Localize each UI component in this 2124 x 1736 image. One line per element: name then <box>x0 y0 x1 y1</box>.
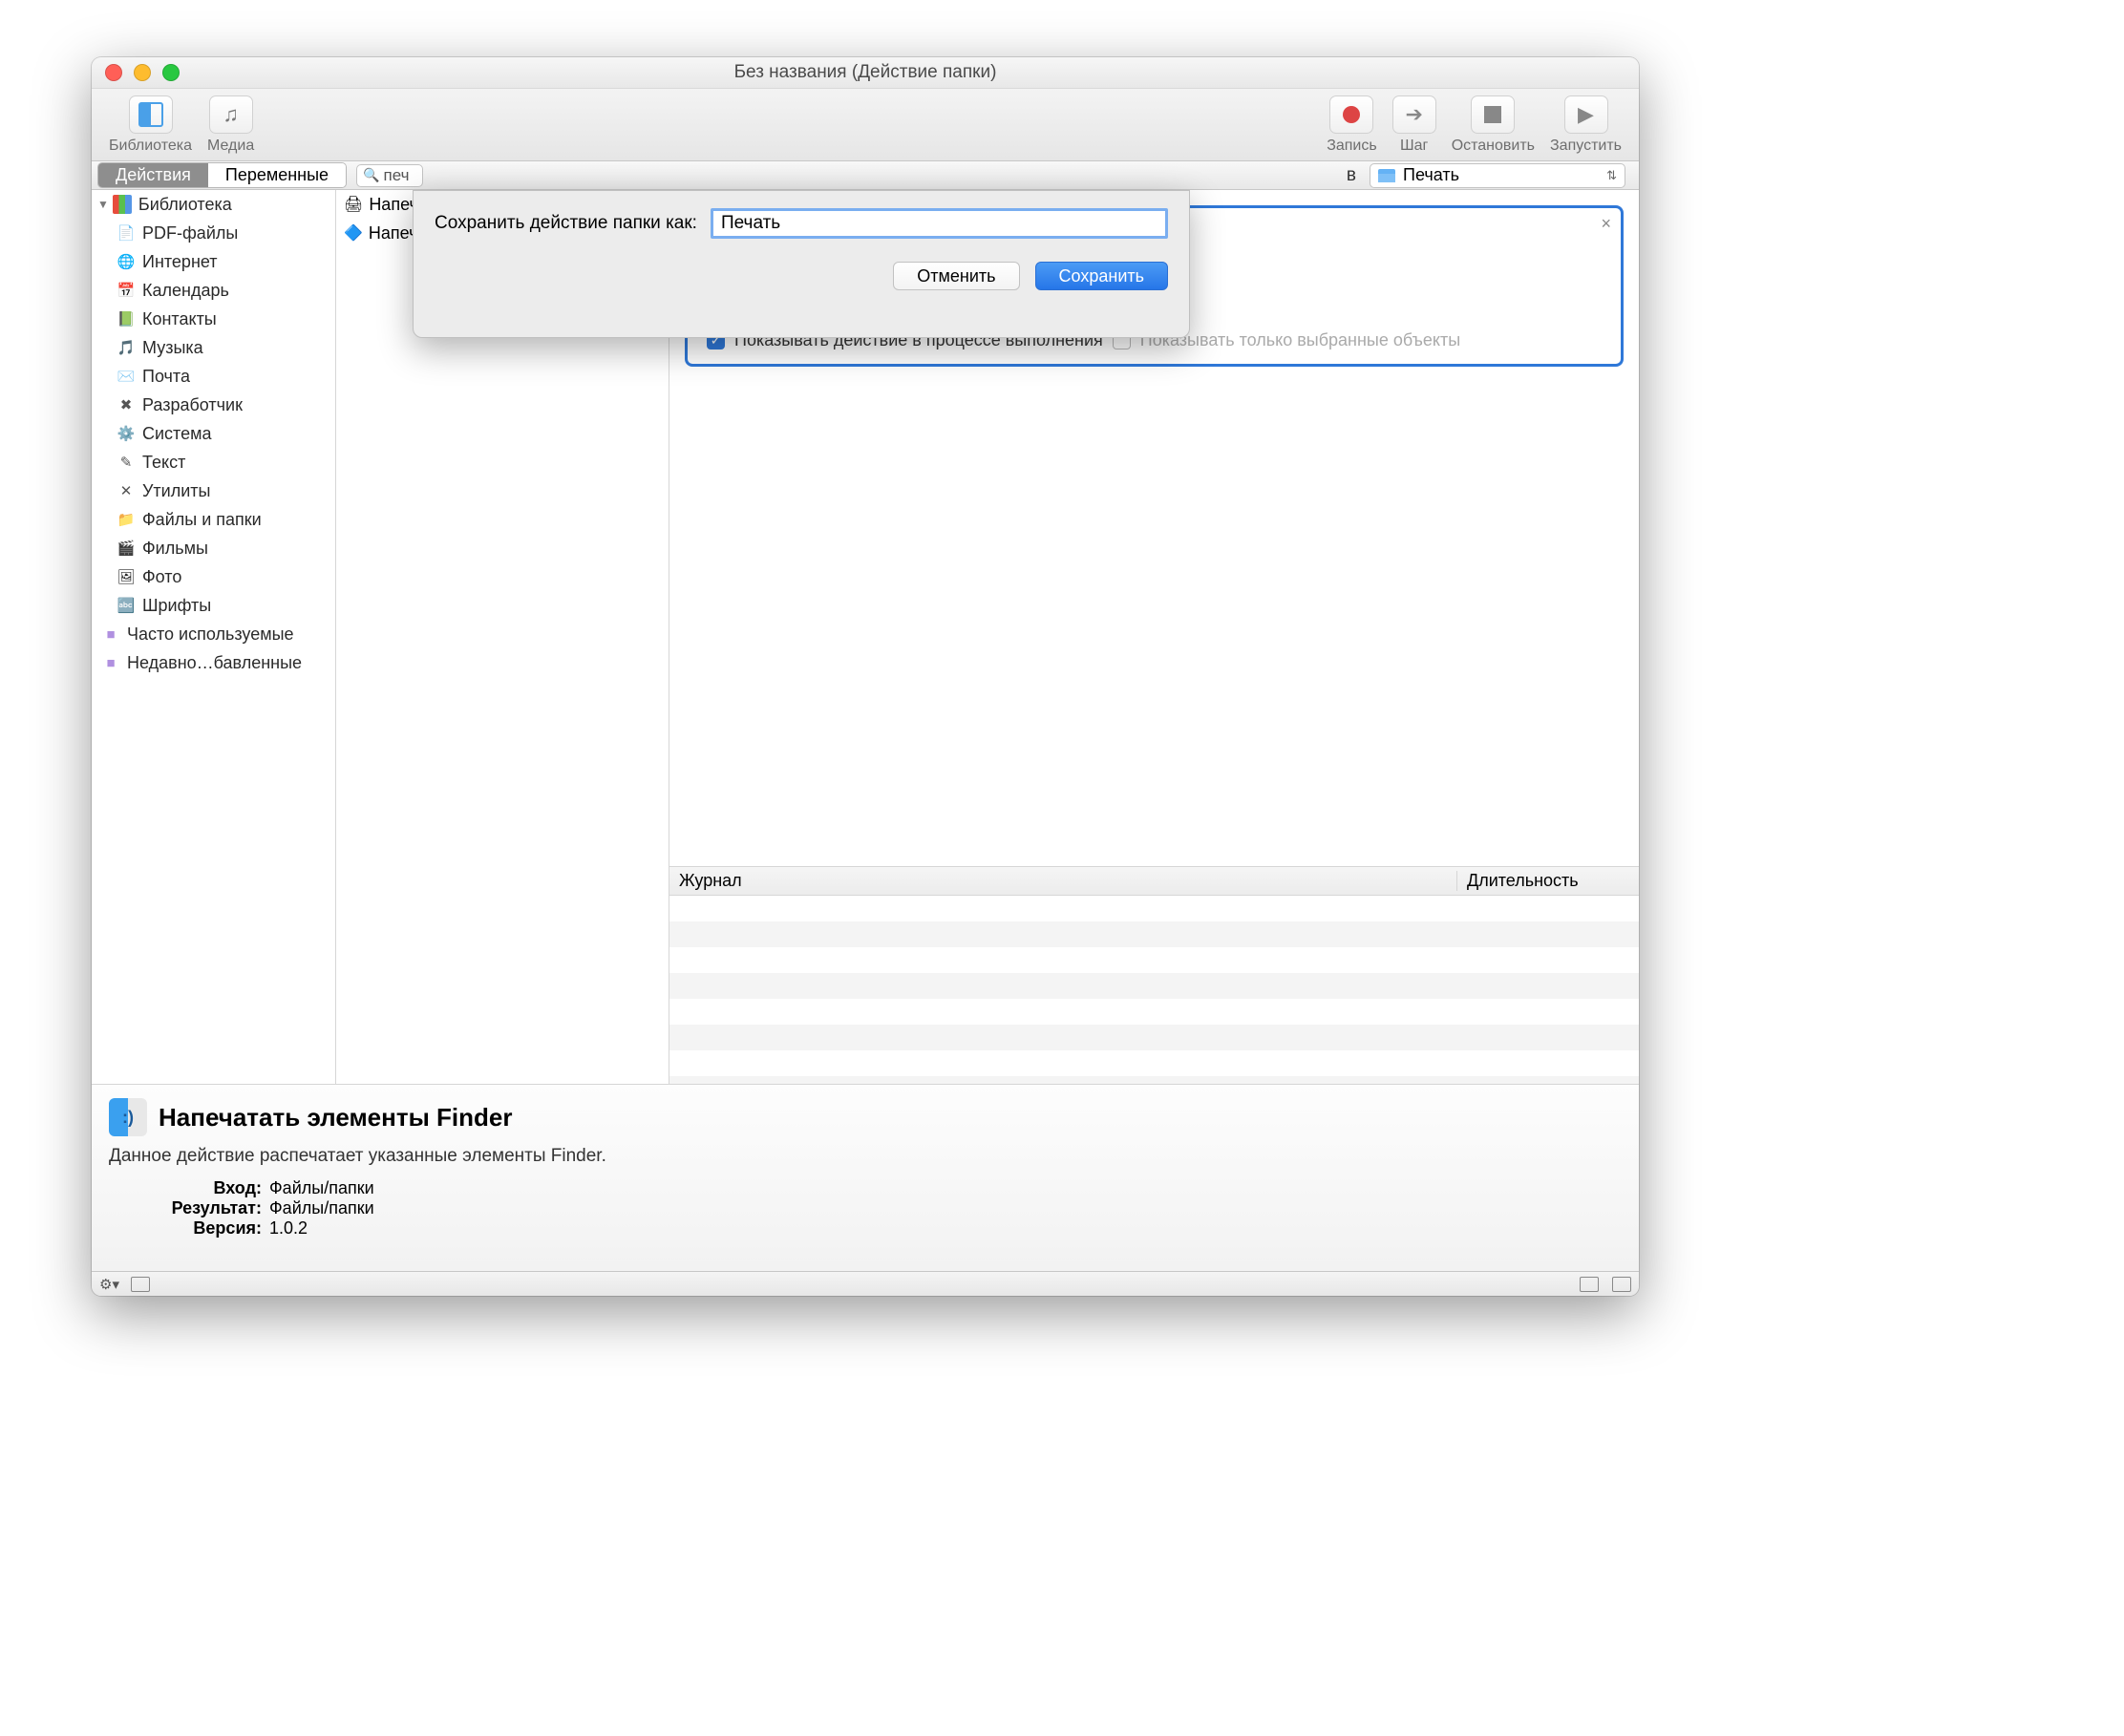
library-tabs: Действия Переменные <box>97 162 347 188</box>
library-sidebar: ▼Библиотека PDF-файлы Интернет Календарь… <box>92 190 336 1084</box>
log-rows <box>669 896 1639 1084</box>
window-title: Без названия (Действие папки) <box>92 62 1639 83</box>
folder-action-label: в <box>1347 165 1356 186</box>
flow-view-icon[interactable] <box>1612 1277 1631 1292</box>
sidebar-item-internet[interactable]: Интернет <box>92 247 335 276</box>
sidebar-item-fonts[interactable]: Шрифты <box>92 591 335 620</box>
calendar-icon <box>117 281 136 300</box>
library-icon <box>113 195 132 214</box>
sidebar-smart-frequent[interactable]: Часто используемые <box>92 620 335 648</box>
tab-actions[interactable]: Действия <box>98 163 208 187</box>
smart-folder-icon <box>101 653 120 672</box>
photo-icon <box>117 567 136 586</box>
stop-icon <box>1471 95 1515 134</box>
save-label: Сохранить действие папки как: <box>435 213 697 234</box>
automator-window: Без названия (Действие папки) Библиотека… <box>92 57 1639 1296</box>
log-panel: Журнал Длительность <box>669 866 1639 1084</box>
step-icon <box>1392 95 1436 134</box>
font-icon <box>117 596 136 615</box>
film-icon <box>117 539 136 558</box>
step-button[interactable]: Шаг <box>1392 95 1436 155</box>
contacts-icon <box>117 309 136 328</box>
folder-icon <box>117 510 136 529</box>
info-title: Напечатать элементы Finder <box>159 1103 512 1133</box>
close-icon[interactable]: × <box>1601 214 1611 234</box>
tools-icon <box>117 481 136 500</box>
disclosure-icon[interactable]: ▼ <box>97 198 109 211</box>
tab-variables[interactable]: Переменные <box>208 163 346 187</box>
sidebar-item-text[interactable]: Текст <box>92 448 335 476</box>
log-col-duration[interactable]: Длительность <box>1457 871 1639 891</box>
sidebar-item-photos[interactable]: Фото <box>92 562 335 591</box>
sidebar-item-utilities[interactable]: Утилиты <box>92 476 335 505</box>
sidebar-item-movies[interactable]: Фильмы <box>92 534 335 562</box>
list-view-icon[interactable] <box>1580 1277 1599 1292</box>
secondary-bar: Действия Переменные печ в Печать <box>92 161 1639 190</box>
sidebar-root[interactable]: ▼Библиотека <box>92 190 335 219</box>
text-icon <box>117 453 136 472</box>
run-button[interactable]: Запустить <box>1550 95 1622 155</box>
finder-icon <box>109 1098 147 1136</box>
save-sheet: Сохранить действие папки как: Отменить С… <box>413 190 1190 338</box>
save-name-input[interactable] <box>711 208 1168 239</box>
library-icon <box>129 95 173 134</box>
search-input[interactable]: печ <box>356 164 423 187</box>
sidebar-item-files[interactable]: Файлы и папки <box>92 505 335 534</box>
sidebar-item-contacts[interactable]: Контакты <box>92 305 335 333</box>
sidebar-smart-recent[interactable]: Недавно…бавленные <box>92 648 335 677</box>
titlebar: Без названия (Действие папки) <box>92 57 1639 89</box>
media-icon <box>209 95 253 134</box>
sidebar-item-pdf[interactable]: PDF-файлы <box>92 219 335 247</box>
play-icon <box>1564 95 1608 134</box>
status-icon[interactable] <box>131 1277 150 1292</box>
gear-menu-icon[interactable]: ⚙︎▾ <box>99 1276 119 1293</box>
music-icon <box>117 338 136 357</box>
save-button[interactable]: Сохранить <box>1035 262 1168 290</box>
smart-folder-icon <box>101 625 120 644</box>
sidebar-item-mail[interactable]: Почта <box>92 362 335 391</box>
sidebar-item-system[interactable]: Система <box>92 419 335 448</box>
log-col-journal[interactable]: Журнал <box>669 871 1457 891</box>
media-button[interactable]: Медиа <box>207 95 254 155</box>
toolbar: Библиотека Медиа Запись Шаг Остановить З… <box>92 89 1639 161</box>
gear-icon <box>117 424 136 443</box>
sidebar-item-calendar[interactable]: Календарь <box>92 276 335 305</box>
hammer-icon <box>117 395 136 414</box>
globe-icon <box>117 252 136 271</box>
cancel-button[interactable]: Отменить <box>893 262 1019 290</box>
stop-button[interactable]: Остановить <box>1452 95 1535 155</box>
info-panel: Напечатать элементы Finder Данное действ… <box>92 1084 1639 1271</box>
status-bar: ⚙︎▾ <box>92 1271 1639 1296</box>
pdf-icon <box>117 223 136 243</box>
mail-icon <box>117 367 136 386</box>
sidebar-item-developer[interactable]: Разработчик <box>92 391 335 419</box>
folder-select[interactable]: Печать <box>1370 163 1625 188</box>
record-button[interactable]: Запись <box>1327 95 1377 155</box>
sidebar-item-music[interactable]: Музыка <box>92 333 335 362</box>
record-icon <box>1329 95 1373 134</box>
library-button[interactable]: Библиотека <box>109 95 192 155</box>
info-description: Данное действие распечатает указанные эл… <box>109 1146 1622 1167</box>
